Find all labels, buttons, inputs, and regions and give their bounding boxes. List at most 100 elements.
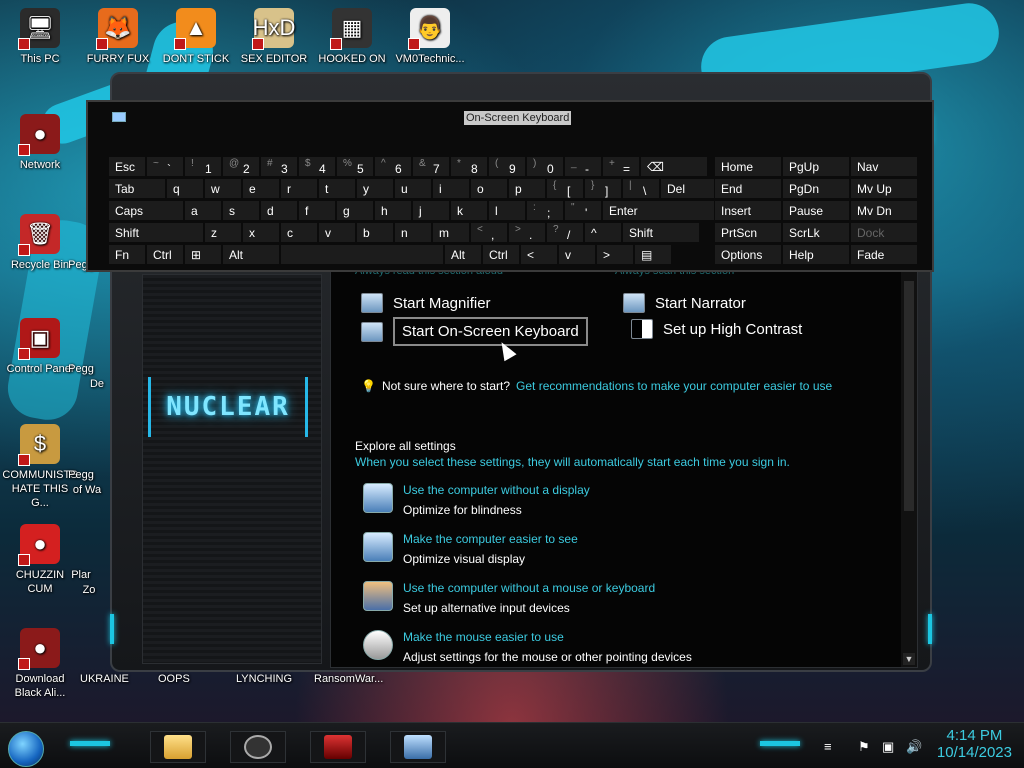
- osk-key[interactable]: e: [242, 178, 280, 199]
- setting-no-mouse-keyboard[interactable]: Use the computer without a mouse or keyb…: [363, 581, 655, 615]
- osk-key[interactable]: x: [242, 222, 280, 243]
- osk-key[interactable]: o: [470, 178, 508, 199]
- osk-key[interactable]: y: [356, 178, 394, 199]
- osk-key[interactable]: i: [432, 178, 470, 199]
- osk-key[interactable]: [280, 244, 444, 265]
- start-button[interactable]: [8, 731, 44, 767]
- desktop-icon[interactable]: 👨 VM0Technic...: [392, 8, 468, 66]
- desktop-icon[interactable]: 🖥 This PC: [2, 8, 78, 66]
- osk-key[interactable]: Shift: [622, 222, 700, 243]
- desktop-icon[interactable]: 🦊 FURRY FUX: [80, 8, 156, 66]
- osk-key[interactable]: Options: [714, 244, 782, 265]
- desktop-icon[interactable]: of Wa: [72, 439, 102, 497]
- desktop-icon[interactable]: De: [82, 333, 112, 391]
- osk-key[interactable]: + =: [602, 156, 640, 177]
- scroll-down-icon[interactable]: ▼: [903, 653, 915, 665]
- osk-key[interactable]: * 8: [450, 156, 488, 177]
- desktop-icon[interactable]: ▦ HOOKED ON: [314, 8, 390, 66]
- osk-key[interactable]: ▤: [634, 244, 672, 265]
- scrollbar-thumb[interactable]: [904, 281, 914, 511]
- osk-key[interactable]: #3: [260, 156, 298, 177]
- osk-key[interactable]: p: [508, 178, 546, 199]
- setting-no-display[interactable]: Use the computer without a display Optim…: [363, 483, 590, 517]
- osk-key[interactable]: | \: [622, 178, 660, 199]
- osk-key[interactable]: Tab: [108, 178, 166, 199]
- osk-key[interactable]: b: [356, 222, 394, 243]
- osk-key[interactable]: ScrLk: [782, 222, 850, 243]
- osk-key[interactable]: Del: [660, 178, 718, 199]
- osk-key[interactable]: Help: [782, 244, 850, 265]
- osk-key[interactable]: q: [166, 178, 204, 199]
- osk-key[interactable]: ? /: [546, 222, 584, 243]
- osk-key[interactable]: ⌫: [640, 156, 708, 177]
- osk-key[interactable]: g: [336, 200, 374, 221]
- osk-key[interactable]: Mv Dn: [850, 200, 918, 221]
- osk-key[interactable]: Fade: [850, 244, 918, 265]
- taskbar-explorer[interactable]: [150, 731, 206, 763]
- osk-key[interactable]: Insert: [714, 200, 782, 221]
- setting-link[interactable]: Make the computer easier to see: [403, 532, 578, 546]
- desktop-icon[interactable]: ▲ DONT STICK: [158, 8, 234, 66]
- high-contrast-button[interactable]: Set up High Contrast: [631, 319, 802, 339]
- osk-key[interactable]: h: [374, 200, 412, 221]
- osk-key[interactable]: u: [394, 178, 432, 199]
- osk-key[interactable]: <: [520, 244, 558, 265]
- osk-key[interactable]: Alt: [444, 244, 482, 265]
- osk-key[interactable]: d: [260, 200, 298, 221]
- osk-key[interactable]: & 7: [412, 156, 450, 177]
- taskbar-control-panel[interactable]: [310, 731, 366, 763]
- osk-key[interactable]: j: [412, 200, 450, 221]
- setting-link[interactable]: Use the computer without a mouse or keyb…: [403, 581, 655, 595]
- osk-key[interactable]: Dock: [850, 222, 918, 243]
- osk-key[interactable]: PrtScn: [714, 222, 782, 243]
- osk-key[interactable]: Fn: [108, 244, 146, 265]
- desktop-icon[interactable]: UKRAINE: [80, 628, 129, 686]
- setting-mouse-easier[interactable]: Make the mouse easier to use Adjust sett…: [363, 630, 692, 664]
- osk-key[interactable]: w: [204, 178, 242, 199]
- start-osk-button[interactable]: Start On-Screen Keyboard: [361, 317, 588, 346]
- osk-key[interactable]: }]: [584, 178, 622, 199]
- osk-key[interactable]: k: [450, 200, 488, 221]
- osk-key[interactable]: ~ `: [146, 156, 184, 177]
- osk-key[interactable]: m: [432, 222, 470, 243]
- osk-key[interactable]: End: [714, 178, 782, 199]
- setting-link[interactable]: Use the computer without a display: [403, 483, 590, 497]
- taskbar-osk[interactable]: [390, 731, 446, 763]
- recommendations-link[interactable]: Get recommendations to make your compute…: [516, 379, 832, 393]
- osk-key[interactable]: {[: [546, 178, 584, 199]
- osk-key[interactable]: % 5: [336, 156, 374, 177]
- osk-key[interactable]: :;: [526, 200, 564, 221]
- osk-key[interactable]: _ -: [564, 156, 602, 177]
- osk-key[interactable]: @2: [222, 156, 260, 177]
- osk-key[interactable]: r: [280, 178, 318, 199]
- taskbar-media[interactable]: [230, 731, 286, 763]
- osk-key[interactable]: Alt: [222, 244, 280, 265]
- osk-key[interactable]: Enter: [602, 200, 718, 221]
- desktop-icon[interactable]: HxD SEX EDITOR: [236, 8, 312, 66]
- osk-key[interactable]: <,: [470, 222, 508, 243]
- network-icon[interactable]: ▣: [882, 739, 894, 755]
- desktop-icon[interactable]: ● Network: [2, 114, 78, 172]
- osk-key[interactable]: ) 0: [526, 156, 564, 177]
- osk-key[interactable]: t: [318, 178, 356, 199]
- osk-key[interactable]: Caps: [108, 200, 184, 221]
- osk-titlebar[interactable]: On-Screen Keyboard: [88, 102, 932, 132]
- osk-key[interactable]: ^: [584, 222, 622, 243]
- osk-key[interactable]: $4: [298, 156, 336, 177]
- osk-key[interactable]: c: [280, 222, 318, 243]
- osk-key[interactable]: v: [558, 244, 596, 265]
- osk-key[interactable]: ! 1: [184, 156, 222, 177]
- osk-key[interactable]: Mv Up: [850, 178, 918, 199]
- osk-key[interactable]: l: [488, 200, 526, 221]
- flag-icon[interactable]: ⚑: [858, 739, 870, 755]
- vertical-scrollbar[interactable]: ▼: [901, 271, 917, 667]
- osk-key[interactable]: >: [596, 244, 634, 265]
- setting-link[interactable]: Make the mouse easier to use: [403, 630, 692, 644]
- show-hidden-icons[interactable]: ≡: [824, 739, 832, 754]
- osk-key[interactable]: " ': [564, 200, 602, 221]
- clock[interactable]: 4:14 PM 10/14/2023: [937, 727, 1012, 761]
- start-narrator-button[interactable]: Start Narrator: [623, 293, 746, 313]
- osk-key[interactable]: z: [204, 222, 242, 243]
- osk-key[interactable]: Ctrl: [146, 244, 184, 265]
- start-magnifier-button[interactable]: Start Magnifier: [361, 293, 491, 313]
